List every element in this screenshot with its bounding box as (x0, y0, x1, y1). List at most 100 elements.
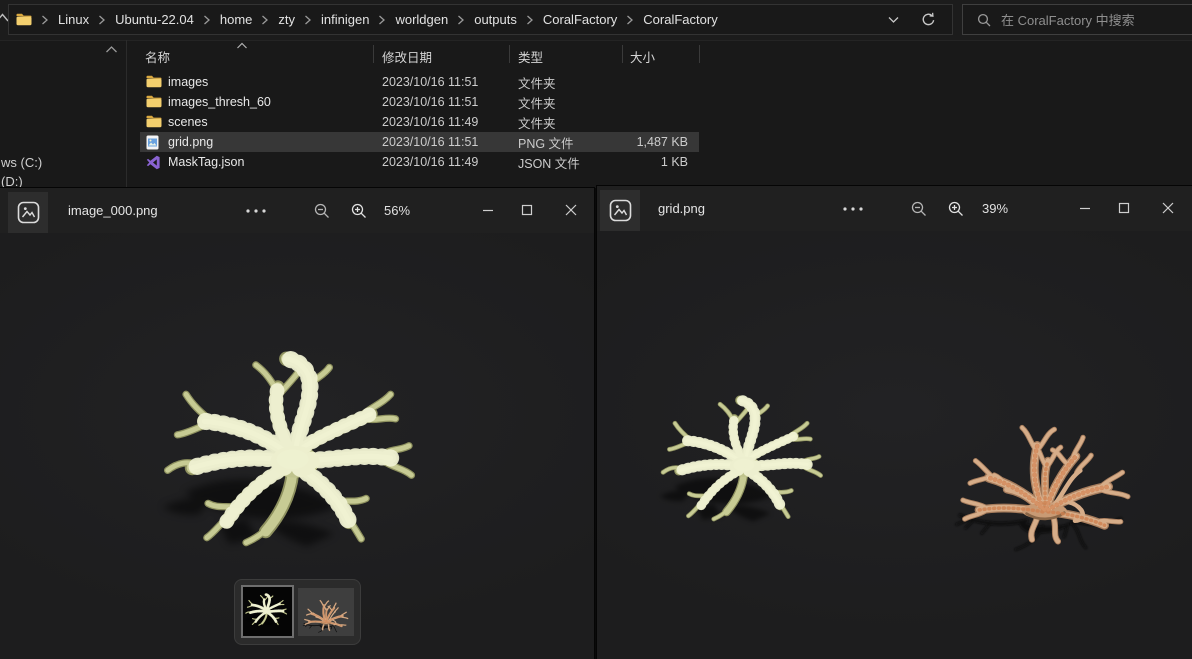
breadcrumb-item[interactable]: zty (274, 12, 299, 27)
file-row-scenes[interactable]: scenes 2023/10/16 11:49 文件夹 (140, 112, 699, 132)
breadcrumb-item[interactable]: worldgen (391, 12, 452, 27)
minimize-icon (483, 209, 493, 212)
zoom-out-icon[interactable] (314, 203, 330, 219)
minimize-button[interactable] (1070, 195, 1100, 221)
photos-app-icon (17, 201, 39, 224)
maximize-icon (1118, 202, 1130, 214)
chevron-right-icon[interactable] (198, 15, 216, 25)
file-row-masktag-json[interactable]: MaskTag.json 2023/10/16 11:49 JSON 文件 1 … (140, 152, 699, 172)
chevron-right-icon[interactable] (521, 15, 539, 25)
chevron-right-icon[interactable] (93, 15, 111, 25)
file-name: scenes (168, 115, 208, 129)
sidebar-item-drive-c[interactable]: ws (C:) (1, 155, 42, 170)
chevron-right-icon[interactable] (299, 15, 317, 25)
file-size: 1,487 KB (636, 135, 688, 149)
photos-app-button[interactable] (8, 192, 48, 233)
refresh-icon[interactable] (921, 12, 936, 27)
file-size: 1 KB (660, 155, 688, 169)
close-button[interactable] (556, 197, 586, 223)
nav-pane-divider (126, 40, 127, 188)
image-file-icon (146, 135, 159, 150)
file-explorer-window: Linux Ubuntu-22.04 home zty infinigen wo… (0, 0, 1192, 189)
photos-window-grid: grid.png 39% (596, 185, 1192, 659)
chevron-right-icon[interactable] (373, 15, 391, 25)
photos-window-image-000: image_000.png 56% (0, 187, 595, 659)
file-name: grid.png (168, 135, 214, 149)
folder-icon[interactable] (16, 13, 32, 26)
photos-app-button[interactable] (600, 190, 640, 231)
search-placeholder: 在 CoralFactory 中搜索 (1001, 13, 1135, 28)
zoom-level: 56% (384, 203, 411, 218)
coral-image-green (130, 338, 465, 583)
column-separator[interactable] (622, 45, 623, 63)
breadcrumb-item[interactable]: CoralFactory (639, 12, 721, 27)
file-name: images (168, 75, 209, 89)
minimize-button[interactable] (473, 197, 503, 223)
coral-image-tan (937, 379, 1152, 564)
viewer-title-bar: grid.png 39% (597, 186, 1192, 231)
folder-icon (146, 95, 162, 108)
filmstrip-thumbnail-selected[interactable] (241, 585, 294, 638)
viewer-title: image_000.png (68, 203, 158, 218)
zoom-out-icon[interactable] (911, 201, 927, 217)
chevron-down-icon[interactable] (888, 16, 899, 24)
zoom-in-icon[interactable] (351, 203, 367, 219)
chevron-right-icon[interactable] (256, 15, 274, 25)
search-input[interactable]: 在 CoralFactory 中搜索 (962, 4, 1192, 35)
json-file-icon (146, 155, 160, 170)
file-date: 2023/10/16 11:49 (382, 115, 479, 129)
file-date: 2023/10/16 11:51 (382, 135, 479, 149)
file-name: MaskTag.json (168, 155, 245, 169)
maximize-icon (521, 204, 533, 216)
file-type: 文件夹 (518, 116, 556, 131)
breadcrumb-item[interactable]: Linux (54, 12, 93, 27)
breadcrumb-item[interactable]: outputs (470, 12, 521, 27)
filmstrip (234, 579, 361, 645)
chevron-right-icon[interactable] (621, 15, 639, 25)
zoom-in-icon[interactable] (948, 201, 964, 217)
breadcrumb-item[interactable]: CoralFactory (539, 12, 621, 27)
folder-icon (146, 75, 162, 88)
breadcrumb-item[interactable]: infinigen (317, 12, 373, 27)
photos-app-icon (609, 199, 631, 222)
more-options-icon[interactable] (244, 207, 270, 215)
file-name: images_thresh_60 (168, 95, 271, 109)
coral-image-green (652, 376, 842, 556)
more-options-icon[interactable] (841, 205, 867, 213)
minimize-icon (1080, 207, 1090, 210)
file-row-grid-png[interactable]: grid.png 2023/10/16 11:51 PNG 文件 1,487 K… (140, 132, 699, 152)
file-date: 2023/10/16 11:51 (382, 75, 479, 89)
scroll-up-icon[interactable] (105, 45, 118, 54)
chevron-right-icon[interactable] (36, 15, 54, 25)
chevron-right-icon[interactable] (452, 15, 470, 25)
thumbnail-coral-tan (298, 588, 354, 636)
close-button[interactable] (1153, 195, 1183, 221)
file-type: 文件夹 (518, 76, 556, 91)
breadcrumb-item[interactable]: Ubuntu-22.04 (111, 12, 198, 27)
sidebar-item-drive-d[interactable]: (D:) (1, 174, 23, 189)
column-header-size[interactable]: 大小 (630, 47, 655, 66)
maximize-button[interactable] (1109, 195, 1139, 221)
zoom-level: 39% (982, 201, 1009, 216)
column-separator[interactable] (509, 45, 510, 63)
photo-canvas (597, 231, 1192, 659)
column-separator[interactable] (699, 45, 700, 63)
file-row-images-thresh-60[interactable]: images_thresh_60 2023/10/16 11:51 文件夹 (140, 92, 699, 112)
breadcrumb: Linux Ubuntu-22.04 home zty infinigen wo… (8, 4, 953, 35)
viewer-title: grid.png (658, 201, 705, 216)
breadcrumb-item[interactable]: home (216, 12, 257, 27)
photo-canvas (0, 233, 594, 659)
file-type: JSON 文件 (518, 156, 580, 171)
filmstrip-thumbnail[interactable] (298, 588, 354, 636)
file-date: 2023/10/16 11:51 (382, 95, 479, 109)
column-header-type[interactable]: 类型 (518, 47, 543, 66)
folder-icon (146, 115, 162, 128)
explorer-address-bar: Linux Ubuntu-22.04 home zty infinigen wo… (0, 0, 1192, 41)
column-separator[interactable] (373, 45, 374, 63)
thumbnail-coral-green (243, 587, 292, 636)
file-row-images[interactable]: images 2023/10/16 11:51 文件夹 (140, 72, 699, 92)
sort-ascending-icon (237, 42, 247, 49)
maximize-button[interactable] (512, 197, 542, 223)
column-header-date[interactable]: 修改日期 (382, 47, 432, 66)
column-header-name[interactable]: 名称 (145, 47, 170, 66)
